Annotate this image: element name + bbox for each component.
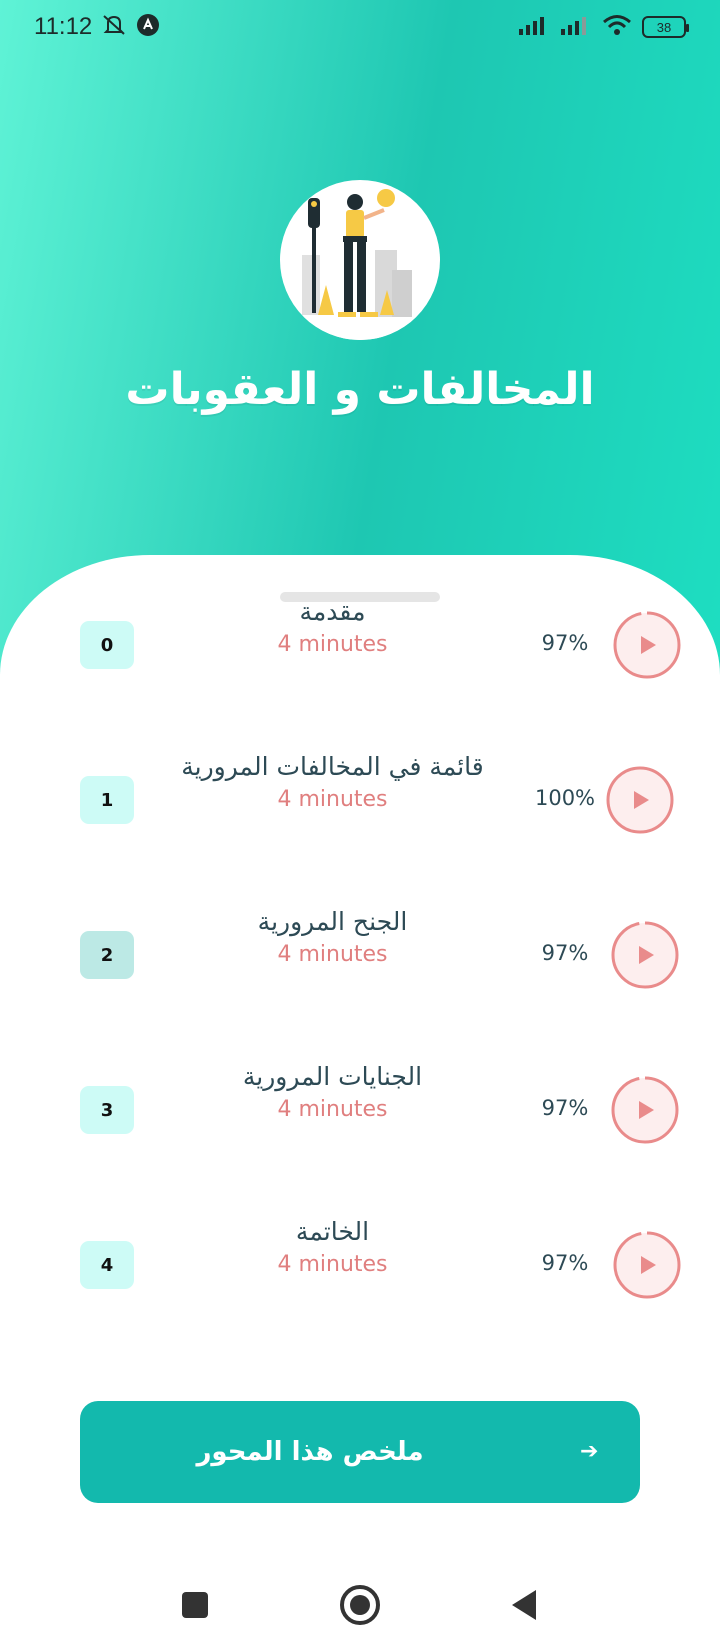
lesson-title: الخاتمة — [295, 1217, 370, 1246]
lesson-progress-text: 100% — [534, 786, 596, 810]
play-button[interactable] — [610, 920, 680, 990]
lesson-duration: 4 minutes — [277, 632, 388, 657]
play-icon — [611, 921, 679, 989]
status-time: 11:12 — [34, 13, 93, 40]
lesson-row[interactable]: 2 الجنح المرورية 4 minutes 97% — [0, 905, 720, 1005]
battery-icon: 38 — [642, 16, 689, 38]
lesson-text: قائمة في المخالفات المرورية 4 minutes — [145, 750, 520, 816]
lesson-title: الجنح المرورية — [257, 907, 408, 936]
status-left: 11:12 — [34, 12, 160, 42]
traffic-officer-illustration — [280, 180, 440, 340]
lesson-progress-text: 97% — [541, 631, 589, 655]
lesson-row[interactable]: 4 الخاتمة 4 minutes 97% — [0, 1215, 720, 1315]
status-right: 38 — [518, 14, 689, 40]
play-icon — [606, 766, 674, 834]
lesson-progress-text: 97% — [541, 941, 589, 965]
lesson-index-badge: 0 — [80, 621, 134, 669]
app-notification-icon — [136, 13, 160, 41]
lesson-index-badge: 1 — [80, 776, 134, 824]
arrow-right-icon: ➔ — [580, 1439, 599, 1464]
play-button[interactable] — [612, 610, 682, 680]
signal-icon — [560, 15, 592, 39]
lesson-duration: 4 minutes — [277, 1097, 388, 1122]
lesson-title: مقدمة — [299, 597, 366, 626]
lesson-index-badge: 3 — [80, 1086, 134, 1134]
lesson-index-badge: 2 — [80, 931, 134, 979]
lesson-text: الجنايات المرورية 4 minutes — [145, 1060, 520, 1126]
play-icon — [611, 1076, 679, 1144]
play-icon — [613, 611, 681, 679]
mute-bell-icon — [100, 12, 128, 42]
page-title: المخالفات و العقوبات — [125, 364, 595, 415]
lesson-duration: 4 minutes — [277, 942, 388, 967]
signal-icon — [518, 15, 550, 39]
play-button[interactable] — [605, 765, 675, 835]
summary-button[interactable]: ملخص هذا المحور ➔ — [80, 1401, 640, 1503]
lesson-progress-text: 97% — [541, 1251, 589, 1275]
lesson-text: الجنح المرورية 4 minutes — [145, 905, 520, 971]
back-triangle-icon[interactable] — [500, 1580, 550, 1630]
lesson-text: الخاتمة 4 minutes — [145, 1215, 520, 1281]
lesson-row[interactable]: 0 مقدمة 4 minutes 97% — [0, 595, 720, 695]
play-button[interactable] — [612, 1230, 682, 1300]
system-nav-bar — [0, 1560, 720, 1650]
home-circle-icon[interactable] — [335, 1580, 385, 1630]
lesson-row[interactable]: 1 قائمة في المخالفات المرورية 4 minutes 100… — [0, 750, 720, 850]
recents-square-icon[interactable] — [170, 1580, 220, 1630]
summary-button-label: ملخص هذا المحور — [196, 1437, 424, 1467]
lesson-row[interactable]: 3 الجنايات المرورية 4 minutes 97% — [0, 1060, 720, 1160]
play-button[interactable] — [610, 1075, 680, 1145]
lesson-text: مقدمة 4 minutes — [145, 595, 520, 661]
lesson-duration: 4 minutes — [277, 1252, 388, 1277]
lesson-progress-text: 97% — [541, 1096, 589, 1120]
status-bar: 11:12 38 — [0, 0, 720, 54]
lesson-title: الجنايات المرورية — [242, 1062, 423, 1091]
lesson-title: قائمة في المخالفات المرورية — [181, 752, 484, 781]
lesson-duration: 4 minutes — [277, 787, 388, 812]
wifi-icon — [602, 14, 632, 40]
play-icon — [613, 1231, 681, 1299]
lesson-index-badge: 4 — [80, 1241, 134, 1289]
